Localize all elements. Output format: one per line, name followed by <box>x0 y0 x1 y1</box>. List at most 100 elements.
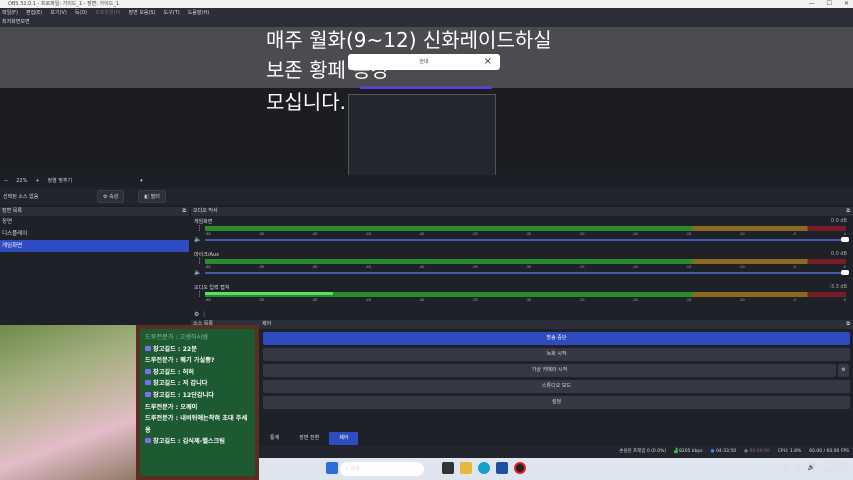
overlay-text-line: 매주 월화(9~12) 신화레이드하실 <box>266 28 552 52</box>
chat-message: 드루전문가 : 내비뒤에는착혀 초대 주세용 <box>145 415 248 434</box>
purple-bar <box>360 86 492 89</box>
volume-slider-handle[interactable] <box>841 270 849 275</box>
channel-menu-icon[interactable]: ⋮ <box>196 291 203 298</box>
meter-tick-label: -35 <box>472 298 478 302</box>
meter-tick-label: -55 <box>258 232 265 236</box>
subscriber-badge-icon <box>145 391 151 397</box>
chat-message: 창고길드 : 저 갑니다 <box>145 378 250 390</box>
speaker-icon[interactable]: 🔈 <box>194 269 201 276</box>
mic-icon[interactable]: 🎙 <box>782 464 790 471</box>
clock[interactable]: 오전 12:06 2025-11-07 <box>821 461 847 475</box>
settings-button[interactable]: 설정 <box>263 396 850 409</box>
meter-tick-label: -10 <box>739 298 745 302</box>
meter-tick-label: -40 <box>418 298 425 302</box>
studio-mode-button[interactable]: 스튜디오 모드 <box>263 380 850 393</box>
properties-button[interactable]: ⚙ 속성 <box>97 190 125 203</box>
chat-text: 12단갑니다 <box>182 391 214 399</box>
menu-file[interactable]: 파일(F) <box>2 8 18 18</box>
meter-tick-label: -40 <box>418 232 425 236</box>
file-explorer-icon[interactable] <box>460 462 472 474</box>
chat-message: 창고길드 : 22분 <box>145 344 250 356</box>
menu-help[interactable]: 도움말(H) <box>188 8 209 18</box>
chat-text: 김식제-헬스크림 <box>182 438 225 446</box>
meter-ticks: -60 -55 -50 -45 -40 -35 -30 -25 -20 -15 -10 -5 0 <box>205 232 846 237</box>
volume-meter <box>205 259 846 264</box>
mixer-settings-icon[interactable]: ⚙ ⋮ <box>194 311 207 318</box>
undock-icon[interactable]: ⧉ <box>846 320 850 329</box>
controls-header: 제어 ⧉ <box>260 320 853 329</box>
meter-tick-label: 0 <box>843 298 846 302</box>
menu-profile[interactable]: 프로파일(P) <box>95 8 120 18</box>
chat-user: 창고길드 <box>153 368 176 376</box>
minimize-button[interactable]: — <box>809 0 815 8</box>
close-icon[interactable]: × <box>484 54 492 70</box>
channel-menu-icon[interactable]: ⋮ <box>196 258 203 265</box>
meter-tick-label: -55 <box>258 298 265 302</box>
webcam-overlay <box>0 325 137 480</box>
task-view-icon[interactable] <box>442 462 454 474</box>
zoom-level[interactable]: 22% <box>16 175 27 188</box>
speaker-icon[interactable]: 🔈 <box>194 236 201 243</box>
ime-icon[interactable]: A <box>796 464 800 471</box>
chat-user: 드루전문가 <box>145 357 174 365</box>
fps: 60.00 / 60.00 FPS <box>809 449 849 454</box>
edge-icon[interactable] <box>478 462 490 474</box>
menu-view[interactable]: 보기(V) <box>50 8 67 18</box>
menu-docks[interactable]: 독(D) <box>75 8 87 18</box>
controls-dock: 제어 ⧉ 방송 중단 녹화 시작 가상 카메라 시작 ⚙ 스튜디오 모드 설정 통계… <box>260 320 853 446</box>
menu-edit[interactable]: 편집(E) <box>26 8 42 18</box>
meter-tick-label: -5 <box>792 265 796 269</box>
taskbar-search[interactable]: ⌕ 검색 <box>340 462 424 476</box>
start-recording-button[interactable]: 녹화 시작 <box>263 348 850 361</box>
start-icon[interactable] <box>326 462 338 474</box>
channel-menu-icon[interactable]: ⋮ <box>196 225 203 232</box>
chat-user: 창고길드 <box>153 438 176 446</box>
meter-tick-label: -30 <box>525 232 532 236</box>
chat-message: 드루전문가 : 오께이 <box>145 403 198 411</box>
meter-tick-label: -60 <box>205 298 211 302</box>
chat-user: 드루전문가 <box>145 334 174 341</box>
undock-icon[interactable]: ⧉ <box>846 207 850 216</box>
obs-icon[interactable] <box>514 462 526 474</box>
source-toolbar: 선택된 소스 없음 ⚙ 속성 ◧ 필터 <box>0 188 853 205</box>
chevron-down-icon[interactable]: ▾ <box>140 175 143 188</box>
stop-streaming-button[interactable]: 방송 중단 <box>263 332 850 345</box>
mixer-channel: 게임화면 0.0 dB ⋮ -60 -55 -50 -45 -40 -35 -30 -25 -20 -1… <box>191 216 853 249</box>
system-tray: ^ 🎙 A 🔊 <box>770 464 815 471</box>
volume-slider-handle[interactable] <box>841 237 849 242</box>
volume-slider[interactable] <box>205 239 846 241</box>
store-icon[interactable] <box>496 462 508 474</box>
tab-stats[interactable]: 통계 <box>260 432 289 445</box>
scene-item[interactable]: 디스플레이 <box>0 228 189 240</box>
overlay-text-line: 모십니다. <box>266 90 346 114</box>
filters-button[interactable]: ◧ 필터 <box>138 190 166 203</box>
undock-icon[interactable]: ⧉ <box>182 207 186 216</box>
chat-message: 드루전문가 : 고생하시셈 <box>145 334 208 341</box>
meter-tick-label: -60 <box>205 232 211 236</box>
meter-tick-label: -15 <box>685 265 692 269</box>
chat-text: 저 갑니다 <box>182 380 208 388</box>
start-virtual-camera-button[interactable]: 가상 카메라 시작 ⚙ <box>263 364 849 377</box>
mixer-header: 오디오 믹서 ⧉ <box>191 207 853 216</box>
scene-item-selected[interactable]: 게임화면 <box>0 240 189 252</box>
menu-tools[interactable]: 도구(T) <box>164 8 180 18</box>
meter-tick-label: -15 <box>685 298 692 302</box>
tab-controls[interactable]: 제어 <box>329 432 359 445</box>
close-button[interactable]: ✕ <box>844 0 849 8</box>
volume-icon[interactable]: 🔊 <box>808 464 815 471</box>
zoom-out-button[interactable]: − <box>4 175 8 188</box>
tab-scene-transitions[interactable]: 장면 전환 <box>289 432 329 445</box>
maximize-button[interactable]: ☐ <box>827 0 832 8</box>
no-source-label: 선택된 소스 없음 <box>3 194 39 200</box>
preview-header: 최저화면보면 <box>0 18 853 27</box>
align-dropdown[interactable]: 정렬 맞추기 <box>48 175 73 188</box>
volume-slider[interactable] <box>205 272 846 274</box>
virtual-camera-label: 가상 카메라 시작 <box>531 367 568 373</box>
chat-text: 고생하시셈 <box>179 334 208 341</box>
zoom-in-button[interactable]: + <box>35 175 39 188</box>
menu-scene-collection[interactable]: 장면 모음(S) <box>128 8 155 18</box>
gear-icon[interactable]: ⚙ <box>838 364 849 377</box>
popup-title: 안내 <box>419 59 429 65</box>
chevron-up-icon[interactable]: ^ <box>770 464 775 471</box>
scene-item[interactable]: 장면 <box>0 216 189 228</box>
